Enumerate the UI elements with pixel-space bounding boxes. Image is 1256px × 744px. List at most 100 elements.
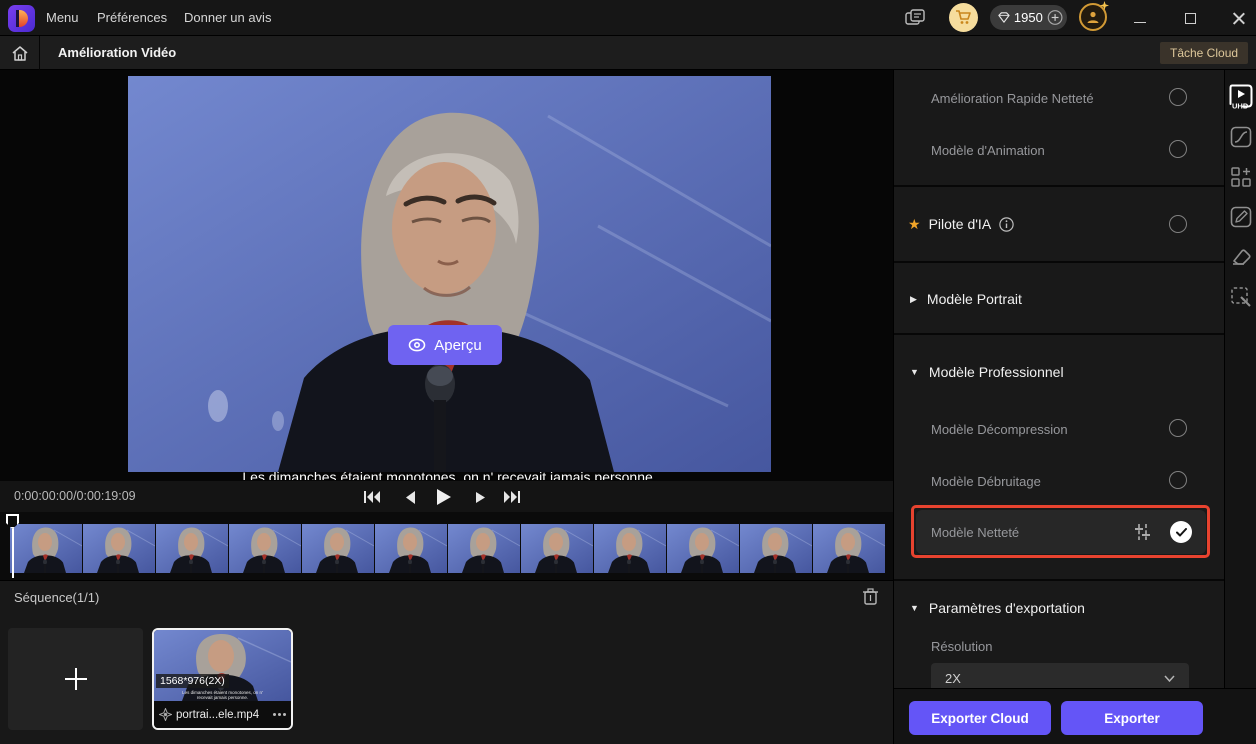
option-pilote-ia[interactable]: ★ Pilote d'IA xyxy=(894,212,1224,236)
timeline-thumbnail[interactable] xyxy=(448,524,520,573)
preferences-button[interactable]: Préférences xyxy=(93,0,171,36)
add-credits-icon[interactable] xyxy=(1047,8,1063,27)
radio-icon[interactable] xyxy=(1169,419,1187,437)
timeline-thumbnail[interactable] xyxy=(10,524,82,573)
timeline-thumbnail[interactable] xyxy=(667,524,739,573)
smart-select-tool[interactable] xyxy=(1228,284,1254,310)
timeline-thumbnail[interactable] xyxy=(521,524,593,573)
home-button[interactable] xyxy=(0,36,40,70)
svg-text:UHD: UHD xyxy=(1232,102,1249,111)
timeline-thumbnail[interactable] xyxy=(302,524,374,573)
eye-icon xyxy=(408,338,426,352)
more-options-icon[interactable] xyxy=(273,713,286,716)
sequence-label: Séquence(1/1) xyxy=(14,590,99,605)
delete-button[interactable] xyxy=(862,587,884,609)
timeline-thumbnail[interactable] xyxy=(740,524,812,573)
maximize-button[interactable] xyxy=(1181,9,1199,27)
file-subtitle-line2: recevait jamais personne. xyxy=(154,695,291,700)
resolution-badge: 1568*976(2X) xyxy=(156,674,229,688)
export-bar: Exporter Cloud Exporter xyxy=(893,688,1256,744)
timeline-thumbnail[interactable] xyxy=(156,524,228,573)
sliders-icon[interactable] xyxy=(1132,523,1152,541)
header-bar xyxy=(0,36,1256,70)
skip-start-button[interactable] xyxy=(360,485,384,509)
frame-interpolation-tool[interactable] xyxy=(1228,164,1254,190)
resolution-select[interactable]: 2X xyxy=(931,663,1189,688)
next-frame-button[interactable] xyxy=(468,485,492,509)
option-debruitage[interactable]: Modèle Débruitage xyxy=(894,470,1224,492)
star-icon: ★ xyxy=(908,216,921,233)
export-cloud-button[interactable]: Exporter Cloud xyxy=(909,701,1051,735)
transport-bar: 0:00:00:00/0:00:19:09 Durée (3s) ✂ xyxy=(0,481,893,512)
caret-down-icon: ▼ xyxy=(910,367,919,377)
radio-icon[interactable] xyxy=(1169,88,1187,106)
curve-adjust-tool[interactable] xyxy=(1228,124,1254,150)
messages-icon[interactable] xyxy=(903,6,927,30)
diamond-icon xyxy=(998,11,1010,24)
file-name: portrai...ele.mp4 xyxy=(176,709,269,721)
sequence-section: Séquence(1/1) xyxy=(0,580,893,744)
skip-end-button[interactable] xyxy=(500,485,524,509)
menu-button[interactable]: Menu xyxy=(42,0,83,36)
timecode: 0:00:00:00/0:00:19:09 xyxy=(14,481,136,512)
timeline-strip xyxy=(0,512,893,580)
radio-icon[interactable] xyxy=(1169,140,1187,158)
section-export-settings[interactable]: ▼ Paramètres d'exportation xyxy=(894,597,1224,619)
timeline-thumbnail[interactable] xyxy=(813,524,885,573)
apercu-button[interactable]: Aperçu xyxy=(388,325,502,365)
titlebar: Menu Préférences Donner un avis 1950 xyxy=(0,0,1256,36)
edit-paint-tool[interactable] xyxy=(1228,204,1254,230)
video-type-icon xyxy=(159,708,172,721)
timeline-thumbnail[interactable] xyxy=(594,524,666,573)
section-modele-professionnel[interactable]: ▼ Modèle Professionnel xyxy=(894,361,1224,383)
credits-pill[interactable]: 1950 xyxy=(990,5,1067,30)
option-quick-sharpen[interactable]: Amélioration Rapide Netteté xyxy=(894,87,1224,109)
app-logo-icon xyxy=(8,5,35,32)
video-subtitle: Les dimanches étaient monotones, on n' r… xyxy=(128,469,771,480)
tool-rail: UHD xyxy=(1224,70,1256,688)
credits-count: 1950 xyxy=(1014,10,1043,25)
eraser-tool[interactable] xyxy=(1228,244,1254,270)
store-cart-icon[interactable] xyxy=(949,3,978,32)
caret-down-icon: ▼ xyxy=(910,603,919,613)
check-icon xyxy=(1170,521,1192,543)
timeline-thumbnail[interactable] xyxy=(229,524,301,573)
resolution-value: 2X xyxy=(945,671,1164,686)
feedback-menu-button[interactable]: Donner un avis xyxy=(180,0,275,36)
resolution-label-row: Résolution xyxy=(894,637,1224,655)
timeline-thumbnail[interactable] xyxy=(83,524,155,573)
enhance-uhd-tool-active[interactable]: UHD xyxy=(1228,84,1254,110)
home-icon xyxy=(11,45,29,62)
radio-icon[interactable] xyxy=(1169,215,1187,233)
option-animation-model[interactable]: Modèle d'Animation xyxy=(894,139,1224,161)
plus-icon xyxy=(65,668,87,690)
section-modele-portrait[interactable]: ▶ Modèle Portrait xyxy=(894,288,1224,310)
video-preview-pane: Aperçu Les dimanches étaient monotones, … xyxy=(0,70,893,481)
notification-sparkle-icon xyxy=(1100,1,1109,10)
close-button[interactable] xyxy=(1229,9,1247,27)
play-button[interactable] xyxy=(432,485,456,509)
prev-frame-button[interactable] xyxy=(398,485,422,509)
export-button[interactable]: Exporter xyxy=(1061,701,1203,735)
chevron-down-icon xyxy=(1164,675,1175,682)
option-nettete-selected[interactable]: Modèle Netteté xyxy=(916,510,1206,554)
minimize-button[interactable] xyxy=(1131,9,1149,27)
file-info-row: portrai...ele.mp4 xyxy=(154,701,291,728)
file-thumbnail: Les dimanches étaient monotones, on n' r… xyxy=(154,630,291,701)
caret-right-icon: ▶ xyxy=(910,294,917,305)
radio-icon[interactable] xyxy=(1169,471,1187,489)
page-title: Amélioration Vidéo xyxy=(58,36,176,70)
file-card[interactable]: Les dimanches étaient monotones, on n' r… xyxy=(152,628,293,730)
option-decompression[interactable]: Modèle Décompression xyxy=(894,418,1224,440)
timeline-thumbnail[interactable] xyxy=(375,524,447,573)
video-frame[interactable] xyxy=(128,76,771,472)
trash-icon xyxy=(862,587,879,606)
account-icon[interactable] xyxy=(1079,3,1107,31)
timeline-thumbnails xyxy=(10,524,885,573)
apercu-label: Aperçu xyxy=(434,337,482,354)
add-file-button[interactable] xyxy=(8,628,143,730)
app-window: Menu Préférences Donner un avis 1950 xyxy=(0,0,1256,744)
cloud-task-button[interactable]: Tâche Cloud xyxy=(1160,42,1248,64)
info-icon[interactable] xyxy=(999,217,1014,232)
model-panel: Amélioration Rapide Netteté Modèle d'Ani… xyxy=(893,70,1224,688)
